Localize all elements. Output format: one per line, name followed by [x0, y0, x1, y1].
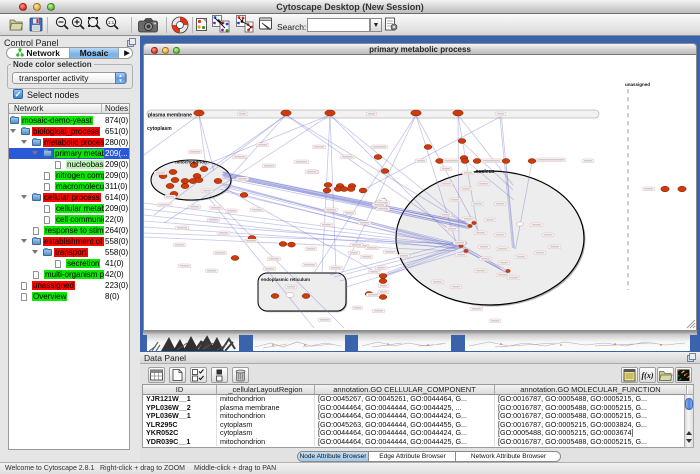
svg-text:nucleus: nucleus: [476, 169, 495, 175]
svg-text:endoplasmic reticulum: endoplasmic reticulum: [261, 277, 310, 282]
svg-text:cytoplasm: cytoplasm: [147, 126, 172, 132]
svg-text:1:1: 1:1: [108, 20, 115, 25]
svg-text:unassigned: unassigned: [625, 82, 650, 87]
svg-text:plasma membrane: plasma membrane: [148, 113, 192, 119]
svg-text:mitochondrion: mitochondrion: [175, 160, 207, 165]
svg-text:f(x): f(x): [642, 371, 654, 380]
